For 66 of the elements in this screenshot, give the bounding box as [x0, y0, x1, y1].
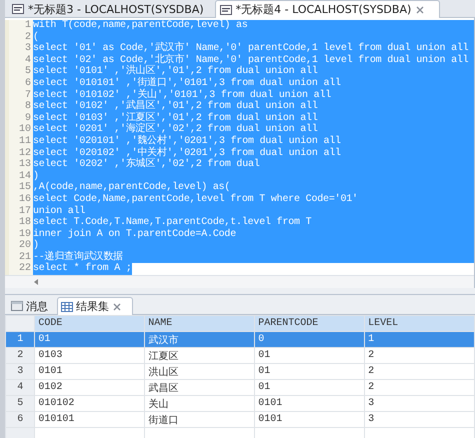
table-cell: 01 — [254, 364, 365, 380]
table-cell: 洪山区 — [144, 364, 255, 380]
table-cell: 3 — [364, 396, 474, 412]
line-number: 7 — [5, 90, 33, 102]
editor-tab[interactable]: *无标题3 - LOCALHOST(SYSDBA) — [7, 0, 213, 17]
sql-file-icon — [220, 4, 232, 16]
table-cell: 0102 — [34, 380, 145, 396]
line-number: 14 — [5, 170, 33, 182]
table-cell: 010101 — [34, 412, 145, 428]
row-number[interactable]: 5 — [6, 396, 35, 412]
result-tab[interactable]: 消息 — [7, 297, 55, 314]
line-number: 20 — [5, 240, 33, 252]
table-cell: 街道口 — [144, 412, 255, 428]
line-number: 11 — [5, 136, 33, 148]
line-number: 2 — [5, 32, 33, 44]
line-number: 21 — [5, 252, 33, 264]
table-cell: 0101 — [254, 412, 365, 428]
line-number: 12 — [5, 148, 33, 160]
column-header[interactable]: LEVEL — [364, 316, 474, 332]
column-header[interactable]: CODE — [34, 316, 145, 332]
line-number: 3 — [5, 43, 33, 55]
column-header[interactable]: NAME — [144, 316, 255, 332]
table-cell: 2 — [364, 380, 474, 396]
result-tab[interactable]: 结果集 — [57, 297, 133, 316]
line-number: 15 — [5, 182, 33, 194]
scroll-left-icon[interactable] — [33, 278, 39, 286]
line-number: 6 — [5, 78, 33, 90]
table-cell: 3 — [364, 412, 474, 428]
message-icon — [11, 300, 23, 312]
close-icon[interactable] — [112, 302, 122, 312]
row-number[interactable]: 4 — [6, 380, 35, 396]
row-number[interactable]: 3 — [6, 364, 35, 380]
table-cell: 0 — [254, 332, 365, 348]
line-number: 1 — [5, 20, 33, 32]
line-number: 13 — [5, 159, 33, 171]
table-cell: 0101 — [34, 364, 145, 380]
line-number: 16 — [5, 194, 33, 206]
line-number: 18 — [5, 217, 33, 229]
close-icon[interactable] — [415, 4, 426, 14]
table-cell: 010102 — [34, 396, 145, 412]
table-cell: 武汉市 — [144, 332, 255, 348]
table-cell: 0101 — [254, 396, 365, 412]
column-header[interactable]: PARENTCODE — [254, 316, 365, 332]
line-number: 22 — [5, 263, 33, 276]
table-cell: 0103 — [34, 348, 145, 364]
table-cell: 1 — [364, 332, 474, 348]
table-icon — [61, 300, 73, 313]
table-cell: 江夏区 — [144, 348, 255, 364]
line-number: 10 — [5, 124, 33, 136]
table-cell: 01 — [34, 332, 145, 348]
table-cell: 2 — [364, 348, 474, 364]
line-number: 19 — [5, 228, 33, 240]
line-number: 8 — [5, 101, 33, 113]
editor-tab[interactable]: *无标题4 - LOCALHOST(SYSDBA) — [214, 0, 440, 18]
line-number: 9 — [5, 112, 33, 124]
table-cell: 01 — [254, 348, 365, 364]
row-number[interactable]: 6 — [6, 412, 35, 428]
table-cell: 01 — [254, 380, 365, 396]
row-number[interactable]: 2 — [6, 348, 35, 364]
line-number: 5 — [5, 66, 33, 78]
line-number: 17 — [5, 206, 33, 218]
line-number: 4 — [5, 54, 33, 66]
table-cell: 武昌区 — [144, 380, 255, 396]
table-cell: 关山 — [144, 396, 255, 412]
table-cell: 2 — [364, 364, 474, 380]
sql-file-icon — [12, 3, 24, 15]
